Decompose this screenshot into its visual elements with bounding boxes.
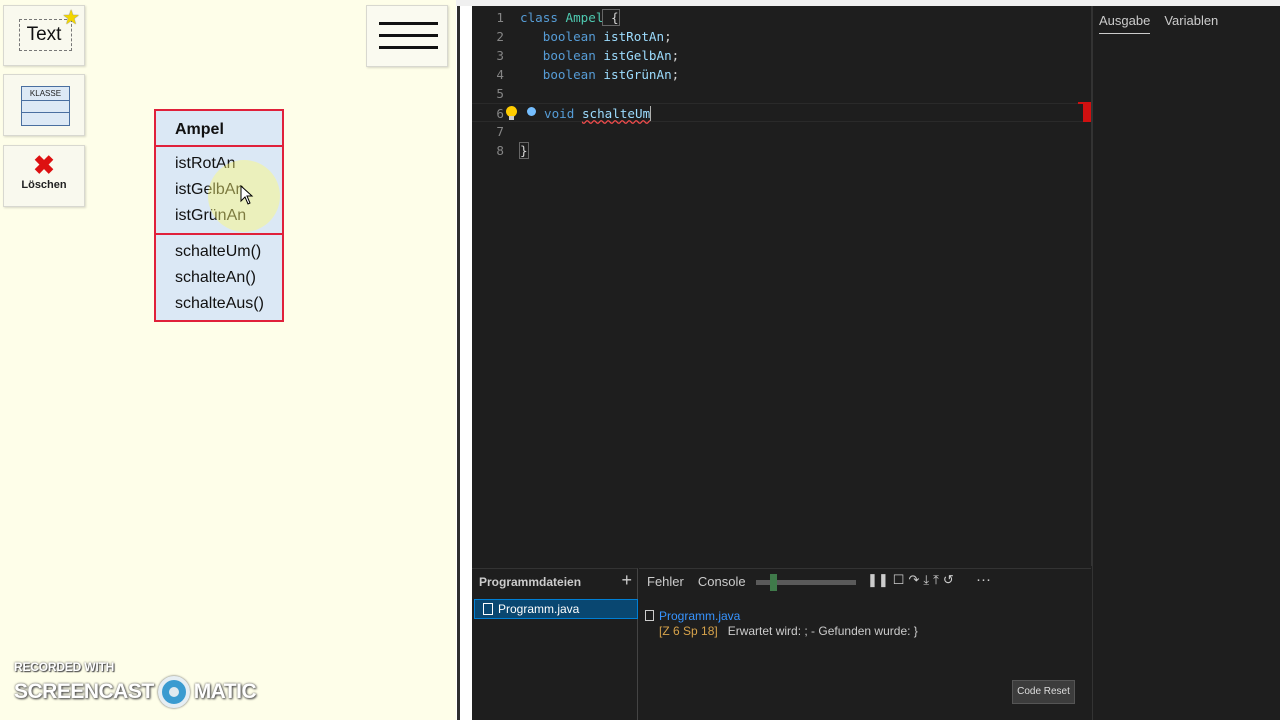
keyword: boolean: [542, 29, 596, 44]
watermark-recorded-text: RECORDED WITH: [14, 660, 115, 674]
code-reset-button[interactable]: Code Reset: [1012, 680, 1075, 704]
semicolon: ;: [671, 67, 680, 82]
step-out-icon[interactable]: ⤒: [933, 572, 939, 588]
semicolon: ;: [671, 48, 680, 63]
lightbulb-icon[interactable]: [506, 106, 517, 120]
step-over-icon[interactable]: ↷: [908, 572, 919, 588]
brace: {: [602, 9, 620, 26]
identifier-error: schalteUm: [581, 106, 651, 121]
screencast-watermark: RECORDED WITH SCREENCAST MATIC: [14, 660, 257, 708]
watermark-brand-left: SCREENCAST: [14, 680, 154, 703]
semicolon: ;: [664, 29, 672, 44]
line-number: 5: [496, 86, 504, 101]
keyword: class: [520, 10, 558, 25]
tab-fehler[interactable]: Fehler: [647, 574, 684, 589]
star-icon: ★: [62, 7, 80, 29]
problem-file-label: Programm.java: [659, 609, 741, 623]
ide-pane: 1 class Ampel { 2 boolean istRotAn; 3 bo…: [472, 6, 1280, 720]
problem-message: Erwartet wird: ; - Gefunden wurde: }: [727, 624, 918, 638]
class-tool-label: KLASSE: [22, 87, 69, 101]
problem-file[interactable]: Programm.java: [645, 609, 740, 623]
uml-method[interactable]: schalteUm(): [156, 241, 282, 267]
output-panel: Ausgabe Variablen: [1092, 6, 1280, 720]
more-options-icon[interactable]: ···: [976, 571, 991, 588]
code-line: 2 boolean istRotAn;: [472, 27, 1091, 46]
uml-class-name[interactable]: Ampel: [156, 111, 282, 147]
program-files-title: Programmdateien: [479, 575, 582, 589]
tab-console[interactable]: Console: [698, 574, 746, 589]
code-editor[interactable]: 1 class Ampel { 2 boolean istRotAn; 3 bo…: [472, 6, 1091, 566]
code-line-current: 6 void schalteUm: [472, 103, 1091, 122]
line-number: 8: [496, 143, 504, 158]
text-tool-button[interactable]: Text ★: [3, 5, 85, 66]
menu-icon-bar: [379, 34, 438, 37]
uml-methods: schalteUm() schalteAn() schalteAus(): [156, 235, 282, 319]
problem-entry[interactable]: [Z 6 Sp 18] Erwartet wird: ; - Gefunden w…: [659, 624, 918, 638]
identifier: istGelbAn: [603, 48, 672, 63]
code-line: 1 class Ampel {: [472, 8, 1091, 27]
identifier: istGrünAn: [603, 67, 672, 82]
line-number: 7: [496, 124, 504, 139]
screencast-logo-icon: [157, 676, 190, 708]
keyword: boolean: [542, 67, 596, 82]
uml-pane: Text ★ KLASSE ✖ Löschen Ampel istRotAn i…: [0, 0, 456, 720]
restart-icon[interactable]: ↺: [943, 572, 954, 588]
code-line: 3 boolean istGelbAn;: [472, 46, 1091, 65]
file-icon: [483, 603, 493, 615]
watermark-brand-right: MATIC: [193, 680, 257, 703]
stop-icon[interactable]: ☐: [893, 572, 905, 588]
line-number: 3: [496, 48, 504, 63]
class-name: Ampel: [565, 10, 604, 25]
error-scroll-marker[interactable]: [1083, 102, 1091, 122]
code-line: 7: [472, 122, 1091, 141]
delete-tool-label: Löschen: [21, 179, 67, 191]
hamburger-menu-button[interactable]: [366, 5, 448, 67]
class-icon: KLASSE: [21, 86, 70, 126]
file-icon: [645, 610, 654, 621]
menu-icon-bar: [379, 46, 438, 49]
delete-tool-button[interactable]: ✖ Löschen: [3, 145, 85, 207]
add-file-button[interactable]: +: [621, 570, 632, 591]
code-line: 5: [472, 84, 1091, 103]
line-number: 2: [496, 29, 504, 44]
tab-variablen[interactable]: Variablen: [1164, 13, 1218, 34]
class-tool-button[interactable]: KLASSE: [3, 74, 85, 136]
pane-splitter[interactable]: [456, 0, 472, 720]
menu-icon-bar: [379, 22, 438, 25]
mouse-cursor-icon: [240, 185, 254, 205]
keyword: boolean: [542, 48, 596, 63]
pause-icon[interactable]: ❚❚: [867, 572, 889, 588]
uml-method[interactable]: schalteAn(): [156, 267, 282, 293]
identifier: istRotAn: [603, 29, 665, 44]
keyword: void: [544, 106, 575, 121]
delete-icon: ✖: [33, 150, 55, 180]
code-lens-icon[interactable]: [527, 107, 536, 116]
speed-slider-thumb[interactable]: [770, 574, 777, 591]
brace: }: [519, 142, 529, 159]
uml-method[interactable]: schalteAus(): [156, 293, 282, 319]
tab-ausgabe[interactable]: Ausgabe: [1099, 13, 1151, 34]
problems-panel: Fehler Console ❚❚ ☐ ↷ ⤓ ⤒ ↺ ··· Programm…: [639, 568, 1091, 720]
problem-location: [Z 6 Sp 18]: [659, 624, 718, 638]
file-item-label: Programm.java: [498, 602, 580, 616]
code-line: 8 }: [472, 141, 1091, 160]
code-line: 4 boolean istGrünAn;: [472, 65, 1091, 84]
step-into-icon[interactable]: ⤓: [923, 572, 929, 588]
line-number: 1: [496, 10, 504, 25]
program-files-panel: Programmdateien + Programm.java: [472, 568, 638, 720]
line-number: 6: [496, 106, 504, 121]
line-number: 4: [496, 67, 504, 82]
file-item[interactable]: Programm.java: [474, 599, 638, 619]
